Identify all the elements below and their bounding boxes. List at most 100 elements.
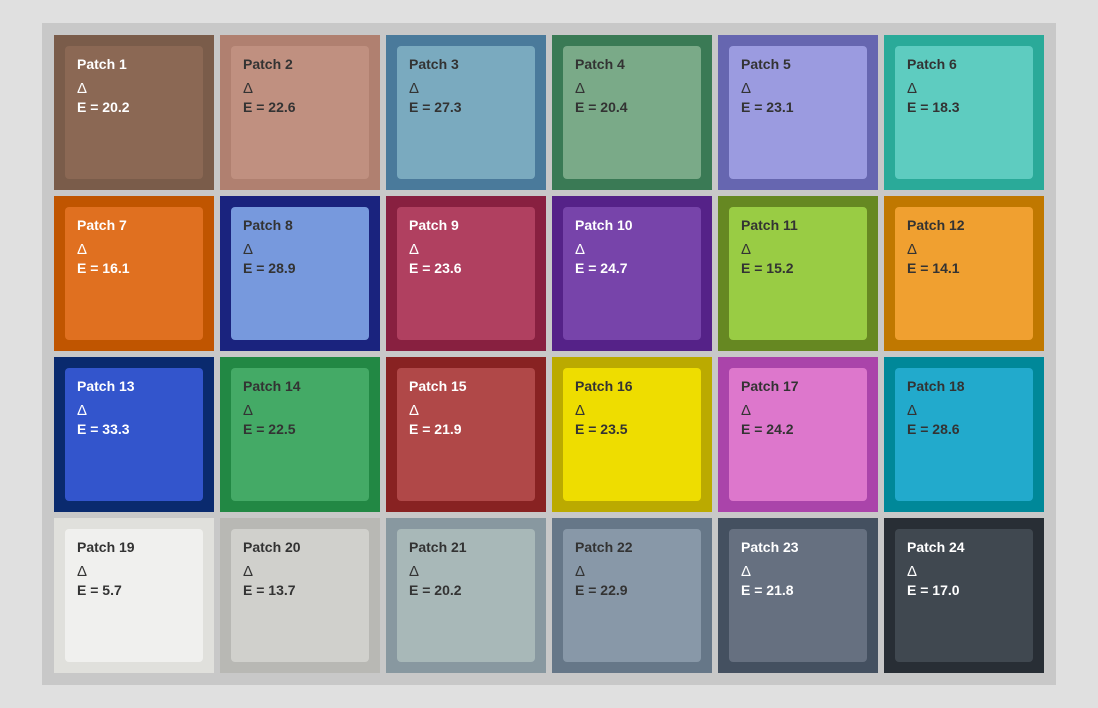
patch-card-6: Patch 6 Δ E = 18.3 — [895, 46, 1033, 179]
patch-e-value-7: E = 16.1 — [77, 260, 191, 276]
patch-e-value-14: E = 22.5 — [243, 421, 357, 437]
patch-card-12: Patch 12 Δ E = 14.1 — [895, 207, 1033, 340]
patch-e-value-22: E = 22.9 — [575, 582, 689, 598]
patch-delta-12: Δ — [907, 241, 1021, 258]
patch-title-18: Patch 18 — [907, 378, 1021, 394]
patch-delta-18: Δ — [907, 402, 1021, 419]
patch-delta-19: Δ — [77, 563, 191, 580]
patch-card-8: Patch 8 Δ E = 28.9 — [231, 207, 369, 340]
patch-delta-10: Δ — [575, 241, 689, 258]
patch-e-value-19: E = 5.7 — [77, 582, 191, 598]
patch-delta-23: Δ — [741, 563, 855, 580]
patch-delta-21: Δ — [409, 563, 523, 580]
patch-delta-6: Δ — [907, 80, 1021, 97]
patch-e-value-23: E = 21.8 — [741, 582, 855, 598]
patch-card-15: Patch 15ΔE = 21.9 — [397, 368, 535, 501]
patch-e-value-21: E = 20.2 — [409, 582, 523, 598]
cell-outer-3: Patch 3ΔE = 27.3 — [386, 35, 546, 190]
patch-title-21: Patch 21 — [409, 539, 523, 555]
patch-card-19: Patch 19 Δ E = 5.7 — [65, 529, 203, 662]
cell-outer-20: Patch 20ΔE = 13.7 — [220, 518, 380, 673]
patch-title-6: Patch 6 — [907, 56, 1021, 72]
patch-card-7: Patch 7 Δ E = 16.1 — [65, 207, 203, 340]
patch-title-3: Patch 3 — [409, 56, 523, 72]
patch-card-20: Patch 20ΔE = 13.7 — [231, 529, 369, 662]
patch-card-5: Patch 5ΔE = 23.1 — [729, 46, 867, 179]
patch-grid: Patch 1ΔE = 20.2Patch 2ΔE = 22.6Patch 3Δ… — [54, 35, 1044, 673]
patch-title-2: Patch 2 — [243, 56, 357, 72]
cell-outer-23: Patch 23 Δ E = 21.8 — [718, 518, 878, 673]
patch-delta-1: Δ — [77, 80, 191, 97]
patch-card-1: Patch 1ΔE = 20.2 — [65, 46, 203, 179]
patch-e-value-1: E = 20.2 — [77, 99, 191, 115]
patch-delta-7: Δ — [77, 241, 191, 258]
patch-e-value-15: E = 21.9 — [409, 421, 523, 437]
patch-e-value-24: E = 17.0 — [907, 582, 1021, 598]
patch-title-23: Patch 23 — [741, 539, 855, 555]
cell-outer-5: Patch 5ΔE = 23.1 — [718, 35, 878, 190]
cell-outer-16: Patch 16ΔE = 23.5 — [552, 357, 712, 512]
cell-outer-15: Patch 15ΔE = 21.9 — [386, 357, 546, 512]
patch-e-value-2: E = 22.6 — [243, 99, 357, 115]
patch-card-13: Patch 13 Δ E = 33.3 — [65, 368, 203, 501]
cell-outer-17: Patch 17 Δ E = 24.2 — [718, 357, 878, 512]
patch-card-9: Patch 9 Δ E = 23.6 — [397, 207, 535, 340]
cell-outer-8: Patch 8 Δ E = 28.9 — [220, 196, 380, 351]
patch-title-13: Patch 13 — [77, 378, 191, 394]
patch-e-value-18: E = 28.6 — [907, 421, 1021, 437]
patch-card-3: Patch 3ΔE = 27.3 — [397, 46, 535, 179]
patch-e-value-20: E = 13.7 — [243, 582, 357, 598]
patch-delta-22: Δ — [575, 563, 689, 580]
patch-delta-3: Δ — [409, 80, 523, 97]
patch-e-value-9: E = 23.6 — [409, 260, 523, 276]
patch-card-24: Patch 24 Δ E = 17.0 — [895, 529, 1033, 662]
patch-title-10: Patch 10 — [575, 217, 689, 233]
patch-title-12: Patch 12 — [907, 217, 1021, 233]
patch-delta-11: Δ — [741, 241, 855, 258]
patch-title-7: Patch 7 — [77, 217, 191, 233]
patch-card-2: Patch 2 Δ E = 22.6 — [231, 46, 369, 179]
patch-card-18: Patch 18 Δ E = 28.6 — [895, 368, 1033, 501]
patch-card-11: Patch 11ΔE = 15.2 — [729, 207, 867, 340]
patch-card-16: Patch 16ΔE = 23.5 — [563, 368, 701, 501]
patch-title-17: Patch 17 — [741, 378, 855, 394]
cell-outer-13: Patch 13 Δ E = 33.3 — [54, 357, 214, 512]
patch-delta-24: Δ — [907, 563, 1021, 580]
patch-delta-4: Δ — [575, 80, 689, 97]
patch-delta-17: Δ — [741, 402, 855, 419]
patch-e-value-13: E = 33.3 — [77, 421, 191, 437]
patch-title-9: Patch 9 — [409, 217, 523, 233]
patch-delta-8: Δ — [243, 241, 357, 258]
patch-title-15: Patch 15 — [409, 378, 523, 394]
cell-outer-22: Patch 22 Δ E = 22.9 — [552, 518, 712, 673]
patch-title-8: Patch 8 — [243, 217, 357, 233]
patch-e-value-8: E = 28.9 — [243, 260, 357, 276]
patch-card-10: Patch 10ΔE = 24.7 — [563, 207, 701, 340]
patch-delta-14: Δ — [243, 402, 357, 419]
patch-delta-13: Δ — [77, 402, 191, 419]
patch-title-22: Patch 22 — [575, 539, 689, 555]
patch-e-value-16: E = 23.5 — [575, 421, 689, 437]
patch-e-value-6: E = 18.3 — [907, 99, 1021, 115]
patch-delta-2: Δ — [243, 80, 357, 97]
cell-outer-14: Patch 14 Δ E = 22.5 — [220, 357, 380, 512]
patch-delta-9: Δ — [409, 241, 523, 258]
cell-outer-1: Patch 1ΔE = 20.2 — [54, 35, 214, 190]
patch-title-19: Patch 19 — [77, 539, 191, 555]
patch-title-4: Patch 4 — [575, 56, 689, 72]
patch-delta-16: Δ — [575, 402, 689, 419]
cell-outer-7: Patch 7 Δ E = 16.1 — [54, 196, 214, 351]
patch-e-value-4: E = 20.4 — [575, 99, 689, 115]
patch-e-value-17: E = 24.2 — [741, 421, 855, 437]
cell-outer-12: Patch 12 Δ E = 14.1 — [884, 196, 1044, 351]
patch-card-14: Patch 14 Δ E = 22.5 — [231, 368, 369, 501]
patch-e-value-5: E = 23.1 — [741, 99, 855, 115]
cell-outer-9: Patch 9 Δ E = 23.6 — [386, 196, 546, 351]
patch-card-23: Patch 23 Δ E = 21.8 — [729, 529, 867, 662]
patch-e-value-12: E = 14.1 — [907, 260, 1021, 276]
patch-title-24: Patch 24 — [907, 539, 1021, 555]
cell-outer-11: Patch 11ΔE = 15.2 — [718, 196, 878, 351]
patch-card-17: Patch 17 Δ E = 24.2 — [729, 368, 867, 501]
outer-container: Patch 1ΔE = 20.2Patch 2ΔE = 22.6Patch 3Δ… — [42, 23, 1056, 685]
patch-title-14: Patch 14 — [243, 378, 357, 394]
